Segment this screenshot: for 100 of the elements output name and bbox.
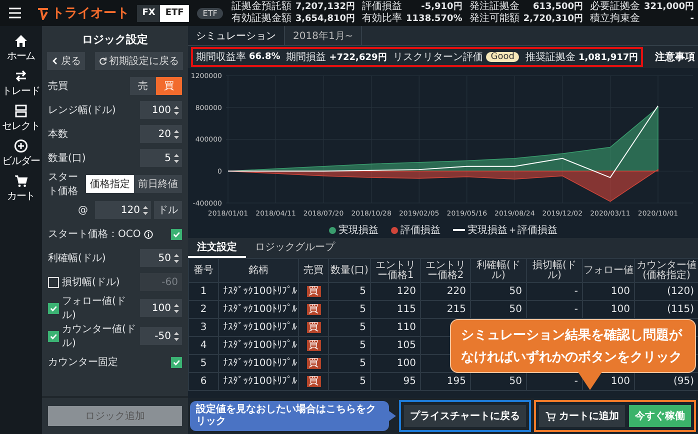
- side-badge: 買: [306, 376, 320, 386]
- summary-value: +722,629円: [329, 52, 387, 64]
- table-cell: ﾅｽﾀﾞｯｸ100ﾄﾘﾌﾟﾙ: [218, 318, 298, 336]
- table-cell: 105: [370, 336, 420, 354]
- account-value: 2,720,310円: [523, 13, 583, 25]
- spinner-icon[interactable]: [174, 254, 179, 262]
- table-cell: 3: [188, 318, 218, 336]
- info-icon[interactable]: [144, 230, 153, 238]
- logo-text: トライオート: [51, 5, 130, 22]
- table-cell: 5: [328, 318, 370, 336]
- column-header: エントリー価格1: [370, 258, 420, 282]
- spinner-icon[interactable]: [143, 206, 148, 214]
- number-field[interactable]: 100: [140, 299, 182, 317]
- account-label: 有効証拠金額: [231, 13, 292, 25]
- account-label: 必要証拠金: [590, 1, 640, 12]
- column-header: フォロー値: [582, 258, 634, 282]
- summary-label: 期間損益: [286, 50, 326, 64]
- callout: シミュレーション結果を確認し問題がなければいずれかのボタンをクリック: [450, 319, 696, 373]
- account-label: 有効比率: [362, 13, 402, 25]
- rating-badge: Good: [486, 52, 520, 62]
- field-label: レンジ幅(ドル): [48, 104, 116, 117]
- table-cell: 115: [370, 300, 420, 318]
- nav-item[interactable]: セレクト: [2, 104, 40, 133]
- price-chart-button[interactable]: プライスチャートに戻る: [404, 405, 526, 427]
- column-header: カウンター値(価格指定): [634, 258, 698, 282]
- menu-icon[interactable]: [8, 7, 22, 19]
- number-field[interactable]: 5: [140, 149, 182, 167]
- back-button[interactable]: 戻る: [47, 52, 85, 70]
- stack-icon: [14, 104, 28, 118]
- account-label: 発注可能額: [469, 13, 520, 25]
- number-field[interactable]: 100: [140, 101, 182, 119]
- table-cell: -: [526, 282, 582, 300]
- summary-label: 推奨証拠金: [525, 50, 576, 64]
- market-tab[interactable]: FX: [137, 4, 160, 22]
- nav-item[interactable]: トレード: [2, 69, 40, 98]
- field-label: スタート価格：OCO: [48, 228, 141, 241]
- number-field[interactable]: -50: [140, 327, 182, 345]
- checkbox[interactable]: [171, 356, 182, 368]
- account-value: 321,000円: [644, 1, 694, 13]
- table-cell: ﾅｽﾀﾞｯｸ100ﾄﾘﾌﾟﾙ: [218, 372, 298, 390]
- table-cell: ﾅｽﾀﾞｯｸ100ﾄﾘﾌﾟﾙ: [218, 354, 298, 372]
- nav-item[interactable]: カート: [6, 174, 36, 203]
- callout-tail: [578, 372, 602, 390]
- side-badge: 買: [306, 340, 320, 350]
- field-label: 数量(口): [48, 152, 86, 165]
- side-badge: 買: [306, 322, 320, 332]
- field-label: カウンター固定: [48, 356, 118, 369]
- table-cell: 2: [188, 300, 218, 318]
- refresh-icon: [99, 57, 107, 65]
- panel-title: ロジック設定: [81, 32, 149, 48]
- number-field[interactable]: 20: [140, 125, 182, 143]
- spinner-icon[interactable]: [174, 130, 179, 138]
- notice-link[interactable]: 注意事項: [651, 50, 695, 64]
- column-header: 利確幅(ドル): [470, 258, 526, 282]
- tab[interactable]: ロジックグループ: [246, 238, 344, 258]
- logo-icon: [37, 6, 50, 20]
- market-tab[interactable]: ETF: [160, 4, 189, 22]
- account-value: -5,910円: [421, 1, 462, 13]
- tab[interactable]: シミュレーション: [188, 26, 285, 45]
- table-cell: 5: [328, 336, 370, 354]
- chevron-icon: [51, 57, 59, 65]
- arrows-icon: [14, 69, 28, 83]
- at-label: @: [78, 204, 88, 216]
- legend-label: 実現損益＋評価損益: [468, 224, 558, 237]
- cart-icon: [14, 174, 28, 188]
- toggle-option[interactable]: 価格指定: [86, 175, 134, 193]
- checkbox[interactable]: [171, 228, 182, 240]
- reset-button[interactable]: 初期設定に戻る: [95, 52, 183, 70]
- table-cell: 220: [420, 282, 470, 300]
- column-header: 番号: [188, 258, 218, 282]
- spinner-icon[interactable]: [174, 332, 179, 340]
- toggle-option[interactable]: 売: [130, 77, 156, 95]
- table-cell: 120: [370, 282, 420, 300]
- column-header: 銘柄: [218, 258, 298, 282]
- field-label: 本数: [48, 128, 68, 141]
- field-label: カウンター値(ドル): [62, 323, 137, 350]
- spinner-icon[interactable]: [174, 304, 179, 312]
- number-field[interactable]: 120: [95, 201, 151, 219]
- side-badge: 買: [306, 358, 320, 368]
- plus-circle-icon: [14, 139, 28, 153]
- table-cell: ﾅｽﾀﾞｯｸ100ﾄﾘﾌﾟﾙ: [218, 336, 298, 354]
- side-badge: 買: [306, 286, 320, 296]
- table-cell: 5: [328, 300, 370, 318]
- checkbox[interactable]: [48, 330, 59, 342]
- spinner-icon[interactable]: [174, 154, 179, 162]
- spinner-icon[interactable]: [174, 106, 179, 114]
- table-cell: 50: [470, 282, 526, 300]
- summary-label: 期間収益率: [196, 50, 246, 64]
- nav-item[interactable]: ビルダー: [2, 139, 40, 168]
- checkbox[interactable]: [48, 302, 59, 314]
- number-field[interactable]: 50: [140, 249, 182, 267]
- add-to-cart-button[interactable]: カートに追加: [539, 405, 625, 427]
- toggle-option[interactable]: 前日終値: [134, 175, 182, 193]
- nav-item[interactable]: ホーム: [6, 34, 36, 63]
- account-label: 積立拘束金: [590, 13, 640, 25]
- hint-callout: 設定値を見なおしたい場合はこちらをクリック: [190, 401, 389, 431]
- account-value: 1138.570%: [406, 13, 462, 25]
- tab[interactable]: 2018年1月~: [285, 26, 362, 45]
- table-cell: 5: [328, 372, 370, 390]
- side-badge: 買: [306, 304, 320, 314]
